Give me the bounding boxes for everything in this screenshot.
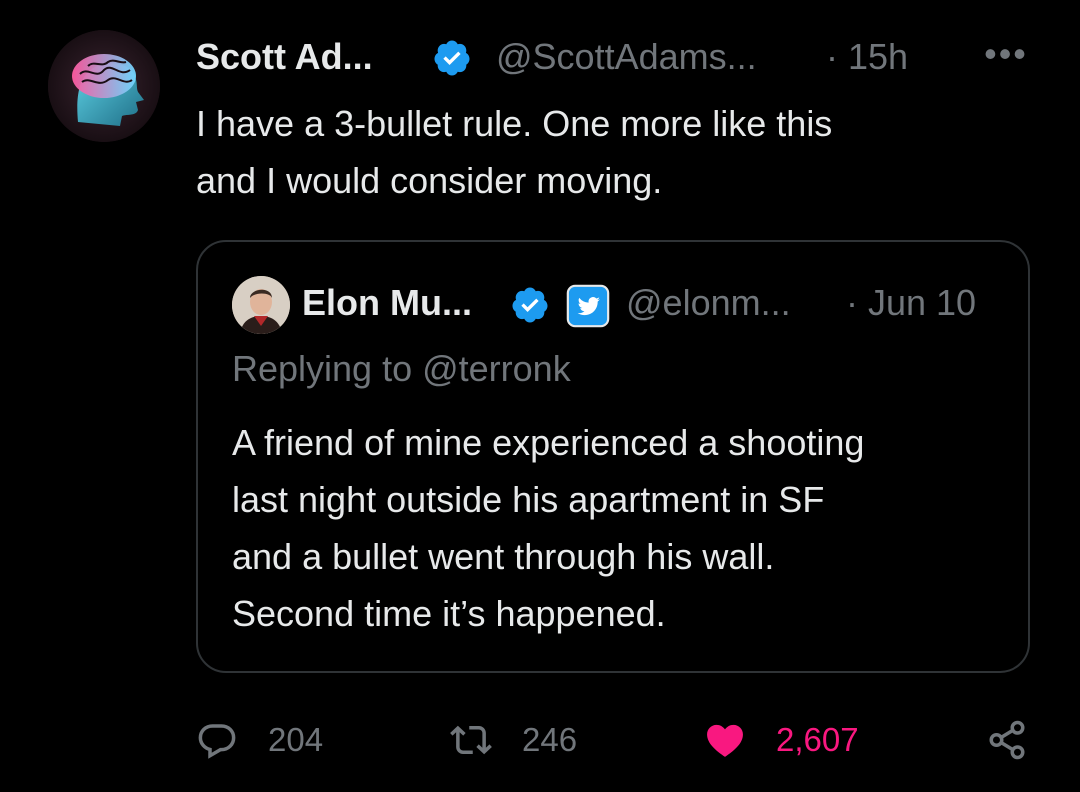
more-dots-icon[interactable]: ••• xyxy=(976,36,1036,76)
quoted-tweet-card[interactable]: Elon Mu... @elonm... · Jun 10 Replying t… xyxy=(196,240,1030,673)
twitter-bird-badge-icon xyxy=(566,284,610,328)
reply-count: 204 xyxy=(268,721,324,758)
replying-to-label[interactable]: Replying to @terronk xyxy=(232,348,571,390)
retweet-button[interactable]: 246 xyxy=(450,712,577,768)
quoted-timestamp[interactable]: · Jun 10 xyxy=(846,282,976,324)
like-button[interactable]: 2,607 xyxy=(704,712,859,768)
quoted-author-avatar[interactable] xyxy=(232,276,290,334)
like-count: 2,607 xyxy=(776,721,859,758)
person-avatar-image xyxy=(232,276,290,334)
share-button[interactable] xyxy=(986,712,1028,768)
brain-avatar-image xyxy=(48,30,160,142)
tweet-body: I have a 3-bullet rule. One more like th… xyxy=(196,103,833,201)
author-handle[interactable]: @ScottAdams... xyxy=(496,36,757,78)
author-name[interactable]: Scott Ad... xyxy=(196,36,373,78)
verified-badge-icon xyxy=(434,40,470,76)
retweet-icon xyxy=(450,725,492,755)
reply-button[interactable]: 204 xyxy=(196,712,323,768)
reply-bubble-icon xyxy=(198,724,236,759)
share-icon xyxy=(989,720,1025,760)
verified-badge-icon xyxy=(512,287,548,323)
quoted-author-name[interactable]: Elon Mu... xyxy=(302,282,472,324)
quoted-tweet-body: A friend of mine experienced a shooting … xyxy=(232,422,865,634)
tweet-timestamp[interactable]: · 15h xyxy=(826,36,908,78)
tweet-header: Scott Ad... @ScottAdams... · 15h ••• xyxy=(196,30,1036,84)
tweet-action-bar: 204 246 2,607 xyxy=(196,712,1036,768)
retweet-count: 246 xyxy=(522,721,578,758)
quoted-author-handle[interactable]: @elonm... xyxy=(626,282,791,324)
heart-icon xyxy=(707,724,743,757)
author-avatar[interactable] xyxy=(48,30,160,142)
